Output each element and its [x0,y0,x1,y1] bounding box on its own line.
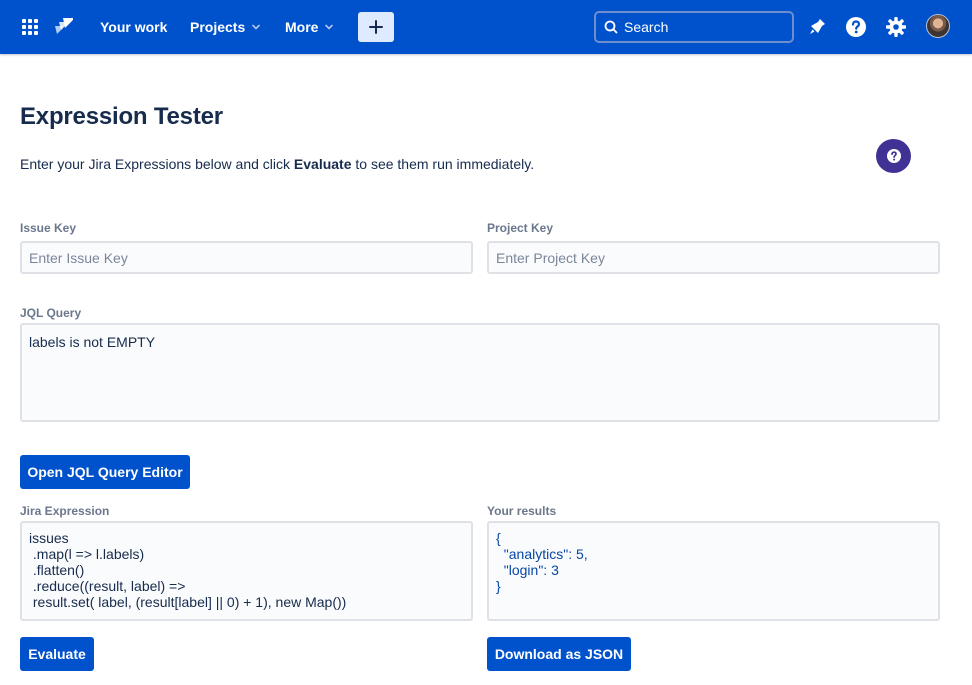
search-placeholder: Search [624,19,669,35]
gear-icon[interactable] [882,13,910,41]
evaluate-button[interactable]: Evaluate [20,637,94,671]
issue-key-label: Issue Key [20,221,77,235]
jql-query-label: JQL Query [20,306,82,320]
chevron-down-icon [251,22,261,32]
help-button[interactable] [876,139,911,173]
nav-more-label: More [285,19,319,35]
download-json-button[interactable]: Download as JSON [487,637,631,671]
search-icon [604,20,618,34]
nav-your-work-label: Your work [100,19,168,35]
results-output: { "analytics": 5, "login": 3 } [487,521,940,621]
intro-text-end: to see them run immediately. [351,156,535,172]
jira-logo-icon[interactable] [50,13,78,41]
jira-expression-label: Jira Expression [20,504,110,518]
question-icon [886,149,901,163]
app-switcher-icon[interactable] [14,13,46,41]
page-title: Expression Tester [20,103,223,130]
open-jql-editor-button[interactable]: Open JQL Query Editor [20,455,190,489]
top-navigation: Your work Projects More Search [0,0,972,54]
jql-query-textarea[interactable]: labels is not EMPTY [20,323,940,422]
help-icon[interactable] [842,13,870,41]
intro-text-start: Enter your Jira Expressions below and cl… [20,156,294,172]
intro-text: Enter your Jira Expressions below and cl… [20,156,534,172]
intro-text-bold: Evaluate [293,156,352,172]
nav-your-work[interactable]: Your work [100,13,167,41]
plus-icon [369,20,383,34]
project-key-input[interactable] [487,241,940,274]
issue-key-input[interactable] [20,241,473,274]
nav-projects-dropdown[interactable]: Projects [190,13,261,41]
jira-expression-textarea[interactable]: issues .map(l => l.labels) .flatten() .r… [20,521,473,621]
search-input[interactable]: Search [594,11,794,43]
results-label: Your results [487,504,557,518]
project-key-label: Project Key [487,221,554,235]
nav-projects-label: Projects [190,19,246,35]
nav-more-dropdown[interactable]: More [285,13,334,41]
create-button[interactable] [358,12,394,42]
chevron-down-icon [324,22,334,32]
avatar[interactable] [926,14,950,38]
notification-icon[interactable] [803,13,831,41]
